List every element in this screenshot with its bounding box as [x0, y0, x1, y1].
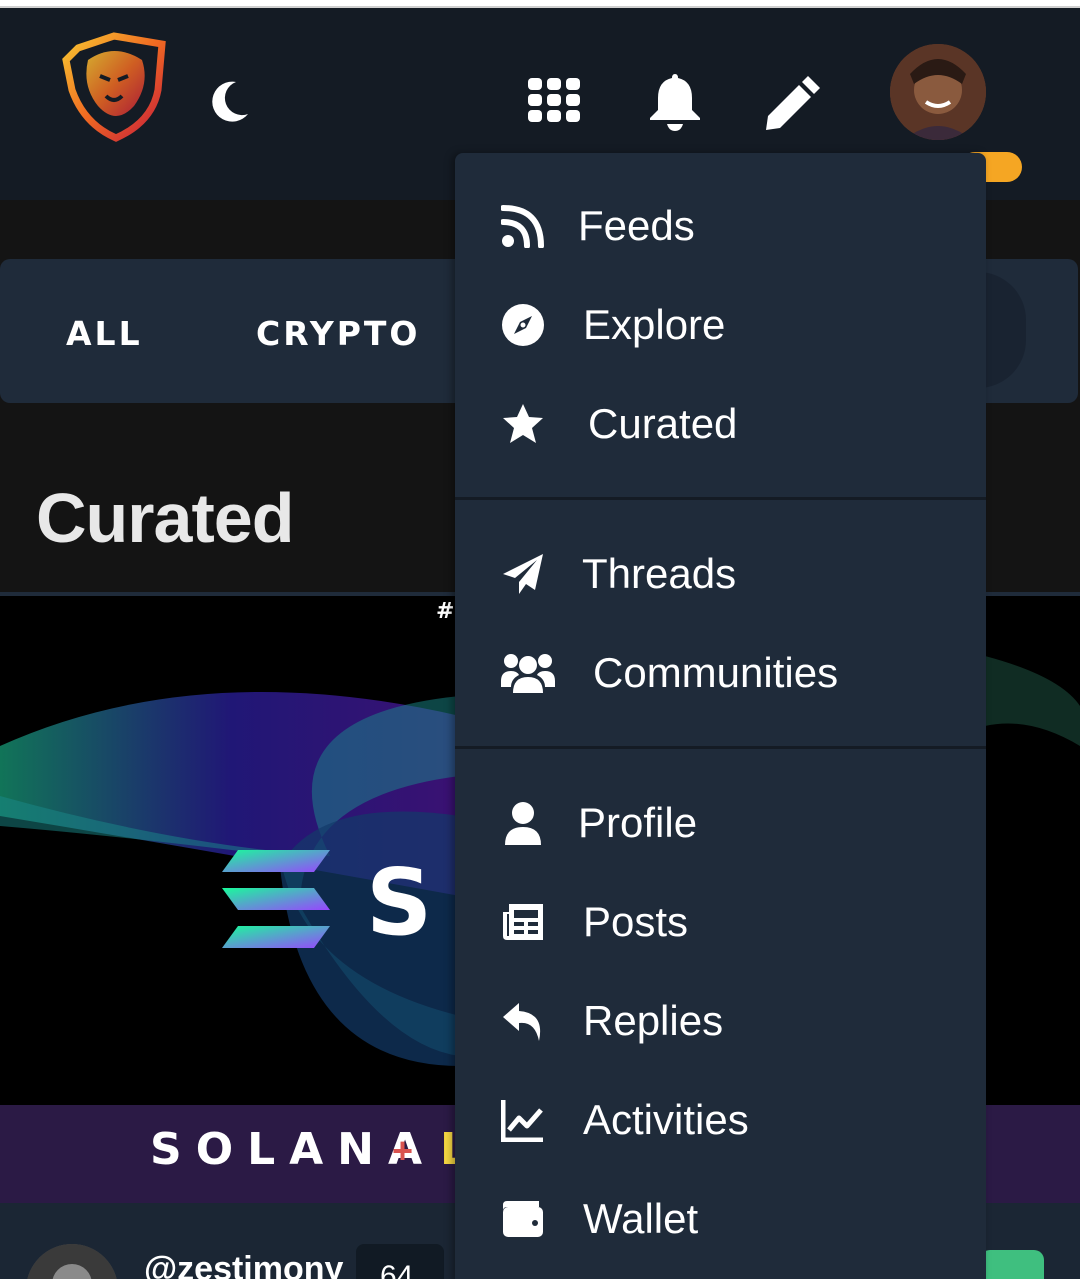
reputation-value: 64 — [380, 1260, 414, 1279]
menu-item-communities[interactable]: Communities — [455, 627, 986, 717]
tab-crypto[interactable]: CRYPTO — [256, 314, 420, 353]
menu-label: Activities — [583, 1096, 749, 1143]
author-name[interactable]: @zestimony — [144, 1250, 343, 1279]
menu-divider — [455, 746, 986, 749]
newspaper-icon — [503, 904, 543, 940]
menu-item-posts[interactable]: Posts — [455, 876, 986, 966]
chart-line-icon — [501, 1100, 543, 1142]
banner-plus: + — [392, 1130, 414, 1171]
menu-label: Communities — [593, 649, 839, 696]
svg-text:#: # — [436, 599, 454, 624]
menu-item-activities[interactable]: Activities — [455, 1074, 986, 1164]
menu-item-explore[interactable]: Explore — [455, 279, 986, 369]
top-border — [0, 0, 1080, 8]
page-title: Curated — [36, 479, 294, 557]
compass-icon — [502, 304, 544, 346]
menu-label: Posts — [583, 898, 689, 945]
menu-label: Threads — [582, 550, 737, 597]
reputation-badge: 64 — [356, 1244, 444, 1279]
tab-all[interactable]: ALL — [66, 314, 143, 353]
menu-divider — [455, 497, 986, 500]
menu-item-curated[interactable]: Curated — [455, 378, 986, 468]
star-icon — [503, 404, 543, 443]
menu-label: Wallet — [583, 1195, 699, 1242]
grid-icon[interactable] — [528, 78, 580, 122]
menu-label: Replies — [583, 997, 724, 1044]
menu-item-replies[interactable]: Replies — [455, 975, 986, 1065]
payout-badge — [980, 1250, 1044, 1279]
menu-item-threads[interactable]: Threads — [455, 528, 986, 618]
rss-icon — [501, 205, 544, 248]
user-avatar[interactable] — [890, 44, 986, 140]
paper-plane-icon — [503, 554, 543, 594]
users-icon — [501, 654, 555, 693]
menu-item-wallet[interactable]: Wallet — [455, 1173, 986, 1263]
menu-item-feeds[interactable]: Feeds — [455, 180, 986, 270]
svg-text:S: S — [366, 849, 432, 956]
menu-item-profile[interactable]: Profile — [455, 777, 986, 867]
user-icon — [505, 802, 541, 845]
menu-label: Explore — [583, 301, 726, 348]
reply-icon — [503, 1003, 541, 1041]
lion-shield-logo[interactable] — [58, 30, 170, 142]
pencil-icon[interactable] — [764, 72, 824, 132]
wallet-icon — [503, 1201, 543, 1237]
menu-label: Profile — [578, 799, 698, 846]
menu-label: Feeds — [578, 202, 695, 249]
moon-icon[interactable] — [204, 76, 254, 126]
bell-icon[interactable] — [648, 70, 702, 132]
menu-label: Curated — [588, 400, 738, 447]
